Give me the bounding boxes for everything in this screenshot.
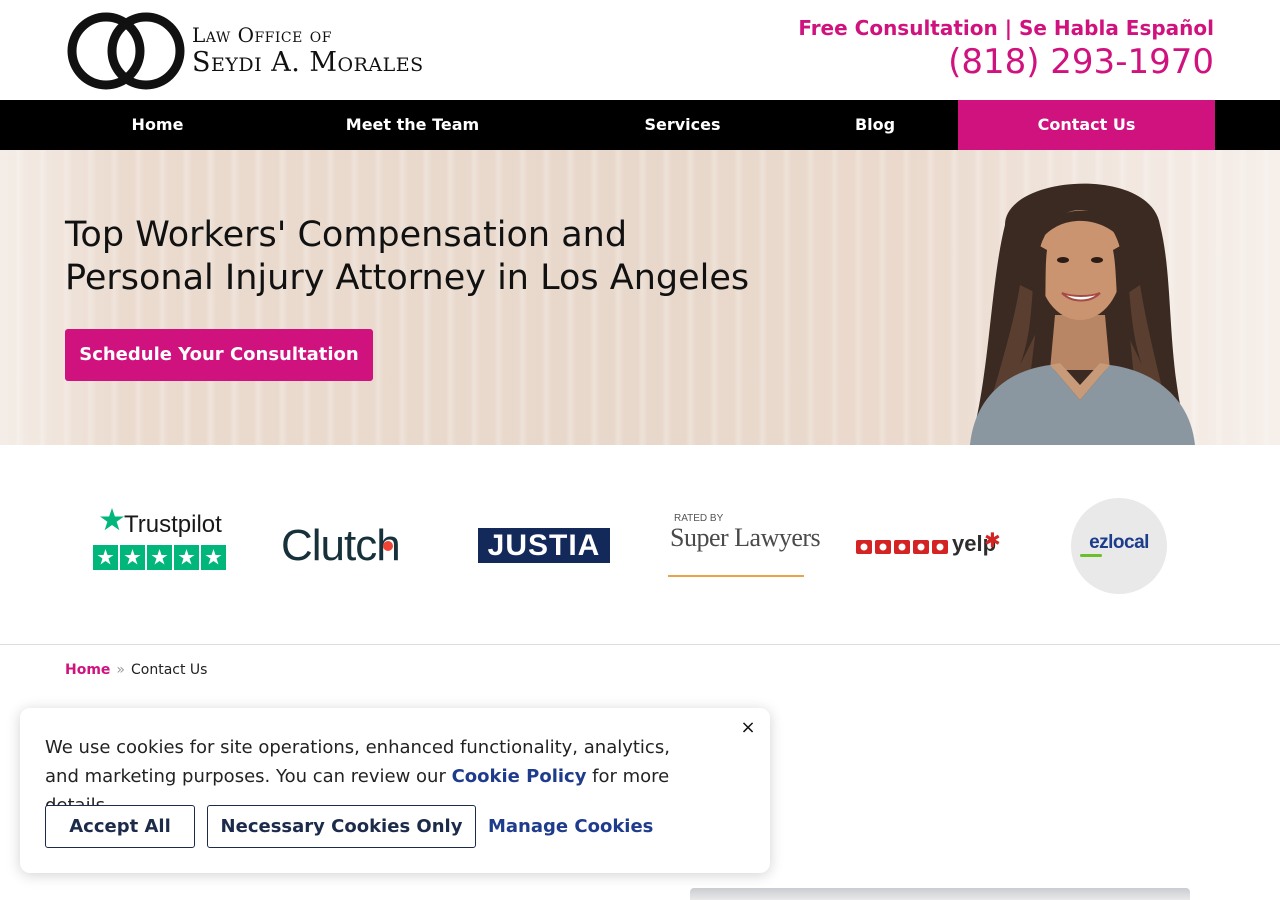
schedule-consultation-button[interactable]: Schedule Your Consultation: [65, 329, 373, 381]
attorney-portrait: [970, 183, 1195, 445]
site-header: Law Office of Seydi A. Morales Free Cons…: [0, 0, 1280, 100]
content-image: [690, 888, 1190, 900]
ezlocal-badge[interactable]: ezlocal: [1071, 498, 1167, 594]
trustpilot-badge[interactable]: Trustpilot: [92, 507, 232, 573]
super-lawyers-badge[interactable]: RATED BY Super Lawyers: [668, 513, 821, 579]
cookie-policy-link[interactable]: Cookie Policy: [452, 766, 587, 787]
yelp-badge[interactable]: yelp ✱: [856, 529, 1002, 563]
clutch-dot-icon: [383, 541, 393, 551]
justia-label: JUSTIA: [487, 529, 601, 562]
nav-item-blog[interactable]: Blog: [800, 100, 950, 150]
accept-all-button[interactable]: Accept All: [45, 805, 195, 848]
hero-banner: Top Workers' Compensation and Personal I…: [0, 150, 1280, 445]
site-logo[interactable]: Law Office of Seydi A. Morales: [66, 10, 426, 92]
phone-number-link[interactable]: (818) 293-1970: [948, 42, 1214, 82]
nav-item-meet-the-team[interactable]: Meet the Team: [300, 100, 525, 150]
trustpilot-label: Trustpilot: [124, 511, 222, 538]
breadcrumb: Home » Contact Us: [65, 662, 207, 678]
breadcrumb-separator-icon: »: [116, 662, 125, 678]
close-icon[interactable]: ×: [738, 718, 758, 738]
justia-badge[interactable]: JUSTIA: [478, 528, 610, 563]
super-lawyers-underline: [668, 575, 804, 577]
main-nav: Home Meet the Team Services Blog Contact…: [0, 100, 1280, 150]
nav-item-services[interactable]: Services: [590, 100, 775, 150]
ezlocal-label: ezlocal: [1089, 532, 1149, 553]
clutch-badge[interactable]: Clutch: [281, 521, 431, 571]
clutch-label: Clutch: [281, 521, 401, 570]
nav-item-home[interactable]: Home: [65, 100, 250, 150]
hero-title: Top Workers' Compensation and Personal I…: [65, 215, 750, 298]
logo-text: Law Office of Seydi A. Morales: [192, 22, 424, 78]
yelp-burst-icon: ✱: [984, 528, 1001, 552]
nav-item-contact-us[interactable]: Contact Us: [958, 100, 1215, 150]
logo-line-2: Seydi A. Morales: [192, 47, 424, 78]
cookie-banner: × We use cookies for site operations, en…: [20, 708, 770, 873]
ezlocal-accent: [1080, 554, 1102, 557]
manage-cookies-button[interactable]: Manage Cookies: [488, 805, 653, 848]
header-tagline: Free Consultation | Se Habla Español: [798, 16, 1214, 40]
yelp-stars-icon: [856, 540, 948, 554]
breadcrumb-current: Contact Us: [131, 662, 208, 678]
necessary-cookies-button[interactable]: Necessary Cookies Only: [207, 805, 476, 848]
logo-line-1: Law Office of: [192, 23, 332, 47]
breadcrumb-home-link[interactable]: Home: [65, 662, 110, 678]
logo-rings-icon: [67, 12, 185, 90]
super-lawyers-label: Super Lawyers: [670, 523, 821, 552]
review-badges: Trustpilot Clutch JUSTIA RATED BY Super …: [0, 445, 1280, 645]
